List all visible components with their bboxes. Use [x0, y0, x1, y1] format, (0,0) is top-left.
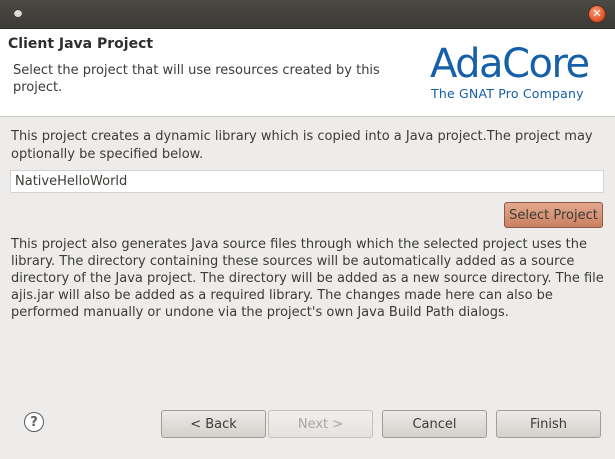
title-bar: ✕: [0, 0, 615, 29]
wizard-header: Client Java Project Select the project t…: [0, 29, 615, 117]
cancel-button[interactable]: Cancel: [382, 410, 487, 438]
page-description: Select the project that will use resourc…: [13, 63, 380, 95]
window-menu-icon[interactable]: [14, 9, 22, 17]
next-button[interactable]: Next >: [268, 410, 373, 438]
page-title: Client Java Project: [8, 36, 154, 52]
help-icon[interactable]: ?: [24, 412, 44, 432]
wizard-window: ✕ Client Java Project Select the project…: [0, 0, 615, 459]
finish-button[interactable]: Finish: [496, 410, 601, 438]
logo-tagline: The GNAT Pro Company: [431, 86, 584, 101]
logo-brand: AdaCore: [430, 41, 590, 87]
adacore-logo: AdaCore The GNAT Pro Company: [430, 41, 600, 103]
back-button[interactable]: < Back: [161, 410, 266, 438]
details-text: This project also generates Java source …: [11, 237, 604, 320]
intro-text: This project creates a dynamic library w…: [11, 129, 593, 162]
select-project-button[interactable]: Select Project: [504, 202, 603, 228]
close-icon[interactable]: ✕: [589, 6, 605, 22]
project-input[interactable]: [10, 170, 604, 193]
